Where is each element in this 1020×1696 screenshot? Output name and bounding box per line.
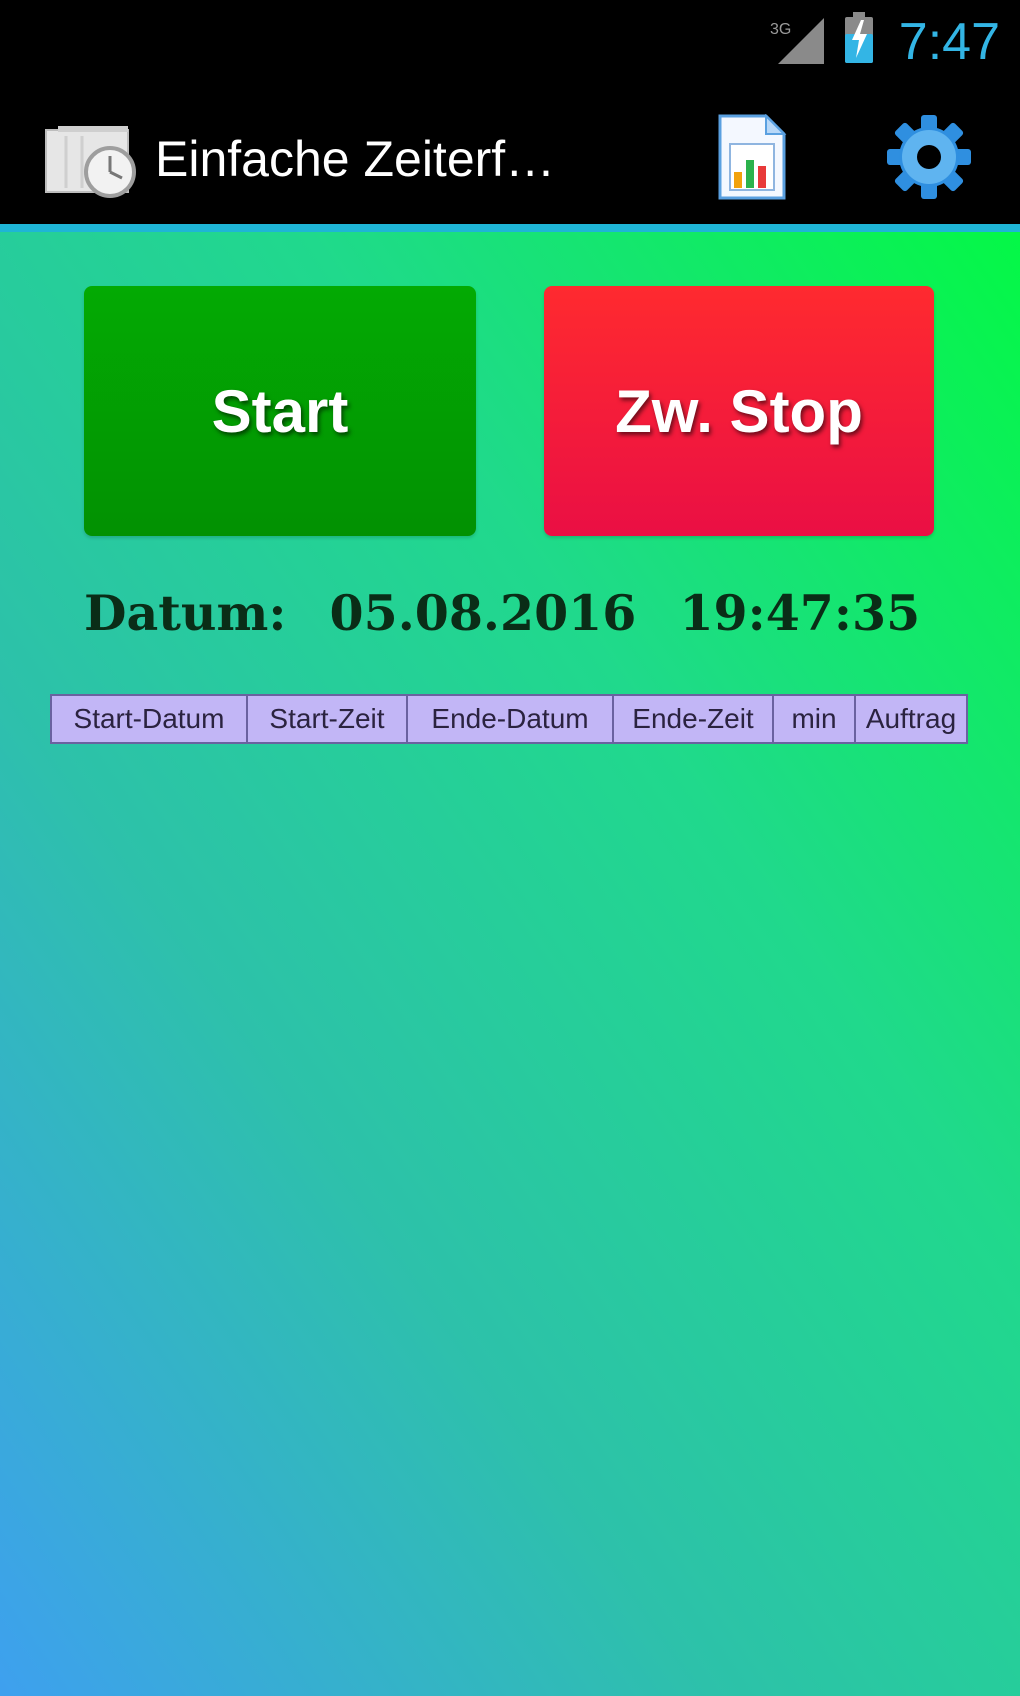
intermediate-stop-button[interactable]: Zw. Stop <box>544 286 934 536</box>
action-bar-divider <box>0 224 1020 232</box>
app-title: Einfache Zeiterf… <box>155 131 556 187</box>
column-header-start-date: Start-Datum <box>52 696 248 742</box>
settings-gear-icon[interactable] <box>884 112 974 202</box>
status-time: 7:47 <box>898 13 1000 71</box>
current-datetime: Datum: 05.08.2016 19:47:35 <box>84 578 946 648</box>
main-content: Start Zw. Stop Datum: 05.08.2016 19:47:3… <box>0 232 1020 1696</box>
column-header-end-time: Ende-Zeit <box>614 696 774 742</box>
column-header-order: Auftrag <box>865 703 957 734</box>
network-label: 3G <box>770 21 791 38</box>
current-time: 19:47:35 <box>679 584 921 642</box>
column-header-start-time: Start-Zeit <box>248 696 408 742</box>
status-bar: 3G 7:47 <box>0 0 1020 84</box>
app-clock-icon[interactable] <box>42 120 142 200</box>
current-date: 05.08.2016 <box>329 584 637 642</box>
signal-3g-icon: 3G <box>768 16 826 66</box>
table-header-row: Start-Datum Start-Zeit Ende-Datum Ende-Z… <box>50 694 968 744</box>
action-bar: Einfache Zeiterf… <box>0 84 1020 224</box>
column-header-minutes: min <box>774 696 856 742</box>
date-label: Datum: <box>84 584 287 642</box>
report-document-icon[interactable] <box>716 113 788 200</box>
battery-charging-icon <box>844 12 874 64</box>
start-button[interactable]: Start <box>84 286 476 536</box>
column-header-end-date: Ende-Datum <box>408 696 614 742</box>
